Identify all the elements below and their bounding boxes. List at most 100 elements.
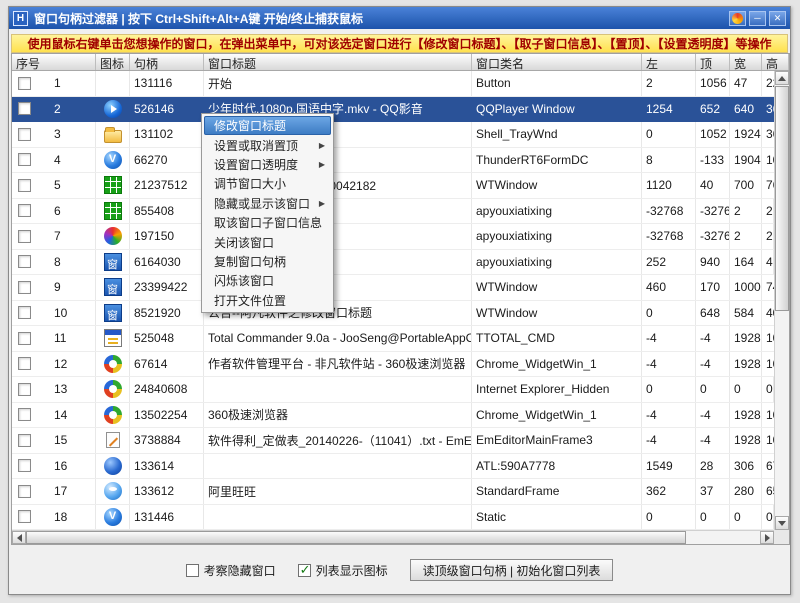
row-checkbox[interactable] [18,357,31,370]
row-number: 8 [54,255,61,269]
menu-item[interactable]: 修改窗口标题 [204,116,331,135]
column-header-1[interactable]: 序号 [12,54,96,70]
row-checkbox[interactable] [18,459,31,472]
table-row[interactable]: 108521920公告--阿凡软件之修改窗口标题WTWindow06485844… [12,301,774,327]
column-header-4[interactable]: 窗口标题 [204,54,472,70]
row-number: 15 [54,433,67,447]
row-width: 1000 [730,275,762,300]
column-header-2[interactable]: 图标 [96,54,130,70]
menu-item[interactable]: 打开文件位置 [204,291,331,310]
window-char-icon [104,304,122,322]
table-row[interactable]: 1131116开始Button210564722 [12,71,774,97]
menu-item[interactable]: 复制窗口句柄 [204,252,331,271]
row-checkbox[interactable] [18,510,31,523]
table-row[interactable]: 3131102Shell_TrayWnd01052192436 [12,122,774,148]
show-icons-checkbox[interactable]: 列表显示图标 [298,562,388,579]
row-checkbox[interactable] [18,102,31,115]
menu-item-label: 隐藏或显示该窗口 [214,195,310,212]
menu-item[interactable]: 设置或取消置顶▶ [204,135,331,154]
row-checkbox[interactable] [18,204,31,217]
table-row[interactable]: 2526146少年时代.1080p.国语中字.mkv - QQ影音QQPlaye… [12,97,774,123]
column-header-5[interactable]: 窗口类名 [472,54,642,70]
table-row[interactable]: 6855408游侠提醒apyouxiatixing-32768-3276822 [12,199,774,225]
scroll-right-button[interactable] [760,531,774,544]
column-header-8[interactable]: 宽 [730,54,762,70]
row-checkbox[interactable] [18,332,31,345]
menu-item[interactable]: 取该窗口子窗口信息 [204,213,331,232]
table-row[interactable]: 466270ThunderRT6FormDC8-133190410 [12,148,774,174]
row-checkbox[interactable] [18,408,31,421]
row-left: -4 [642,428,696,453]
vertical-scrollbar[interactable] [774,71,789,530]
row-width: 2 [730,224,762,249]
hidden-windows-checkbox[interactable]: 考察隐藏窗口 [186,562,276,579]
media-player-icon [104,508,122,526]
row-window-title [204,377,472,402]
vertical-scroll-thumb[interactable] [775,86,789,311]
row-icon-cell [96,224,130,249]
table-row[interactable]: 521237512阿凡软件官方交流群790042182WTWindow11204… [12,173,774,199]
row-width: 640 [730,97,762,122]
skin-button[interactable] [729,11,746,26]
window-controls: ─ ✕ [729,11,786,26]
row-checkbox[interactable] [18,128,31,141]
minimize-button[interactable]: ─ [749,11,766,26]
row-window-title: 360极速浏览器 [204,403,472,428]
horizontal-scrollbar[interactable] [12,530,774,544]
horizontal-scroll-thumb[interactable] [26,531,686,544]
row-width: 280 [730,479,762,504]
table-row[interactable]: 11525048Total Commander 9.0a - JooSeng@P… [12,326,774,352]
row-number: 1 [54,76,61,90]
table-row[interactable]: 86164030窗口提示apyouxiatixing2529401644 [12,250,774,276]
scroll-down-icon [778,521,786,526]
row-number-cell: 5 [12,173,96,198]
read-handles-button[interactable]: 读顶级窗口句柄 | 初始化窗口列表 [410,559,614,581]
menu-item[interactable]: 闪烁该窗口 [204,271,331,290]
scroll-up-button[interactable] [775,71,789,85]
menu-item[interactable]: 调节窗口大小 [204,174,331,193]
column-header-6[interactable]: 左 [642,54,696,70]
table-row[interactable]: 16133614ATL:590A777815492830667 [12,454,774,480]
green-grid-icon [104,176,122,194]
row-checkbox[interactable] [18,230,31,243]
show-icons-checkbox-box[interactable] [298,564,311,577]
title-bar[interactable]: H 窗口句柄过滤器 | 按下 Ctrl+Shift+Alt+A键 开始/终止捕获… [9,7,790,29]
hidden-windows-checkbox-box[interactable] [186,564,199,577]
scroll-left-button[interactable] [12,531,26,544]
column-header-7[interactable]: 顶 [696,54,730,70]
row-checkbox[interactable] [18,153,31,166]
column-header-3[interactable]: 句柄 [130,54,204,70]
menu-item[interactable]: 隐藏或显示该窗口▶ [204,194,331,213]
pinwheel-icon [104,355,122,373]
row-height: 74 [762,275,774,300]
table-row[interactable]: 17133612阿里旺旺StandardFrame3623728065 [12,479,774,505]
row-checkbox[interactable] [18,179,31,192]
app-icon-letter: H [17,13,24,24]
row-left: 0 [642,377,696,402]
table-row[interactable]: 153738884软件得利_定做表_20140226-（11041）.txt -… [12,428,774,454]
row-checkbox[interactable] [18,255,31,268]
table-row[interactable]: 7197150游侠提醒apyouxiatixing-32768-3276822 [12,224,774,250]
row-window-class: apyouxiatixing [472,199,642,224]
menu-item[interactable]: 设置窗口透明度▶ [204,155,331,174]
row-checkbox[interactable] [18,77,31,90]
row-checkbox[interactable] [18,485,31,498]
menu-item[interactable]: 关闭该窗口 [204,232,331,251]
menu-item-label: 取该窗口子窗口信息 [214,214,322,231]
table-row[interactable]: 923399422WTWindow460170100074 [12,275,774,301]
row-left: 2 [642,71,696,96]
table-row[interactable]: 1324840608Internet Explorer_Hidden0000 [12,377,774,403]
menu-item-label: 打开文件位置 [214,292,286,309]
row-checkbox[interactable] [18,281,31,294]
close-button[interactable]: ✕ [769,11,786,26]
column-header-9[interactable]: 高 [762,54,789,70]
row-checkbox[interactable] [18,383,31,396]
row-top: -4 [696,326,730,351]
table-row[interactable]: 1413502254360极速浏览器Chrome_WidgetWin_1-4-4… [12,403,774,429]
scroll-down-button[interactable] [775,516,789,530]
row-checkbox[interactable] [18,434,31,447]
wangwang-icon [104,482,122,500]
row-checkbox[interactable] [18,306,31,319]
table-row[interactable]: 18131446Static0000 [12,505,774,531]
table-row[interactable]: 1267614作者软件管理平台 - 非凡软件站 - 360极速浏览器Chrome… [12,352,774,378]
